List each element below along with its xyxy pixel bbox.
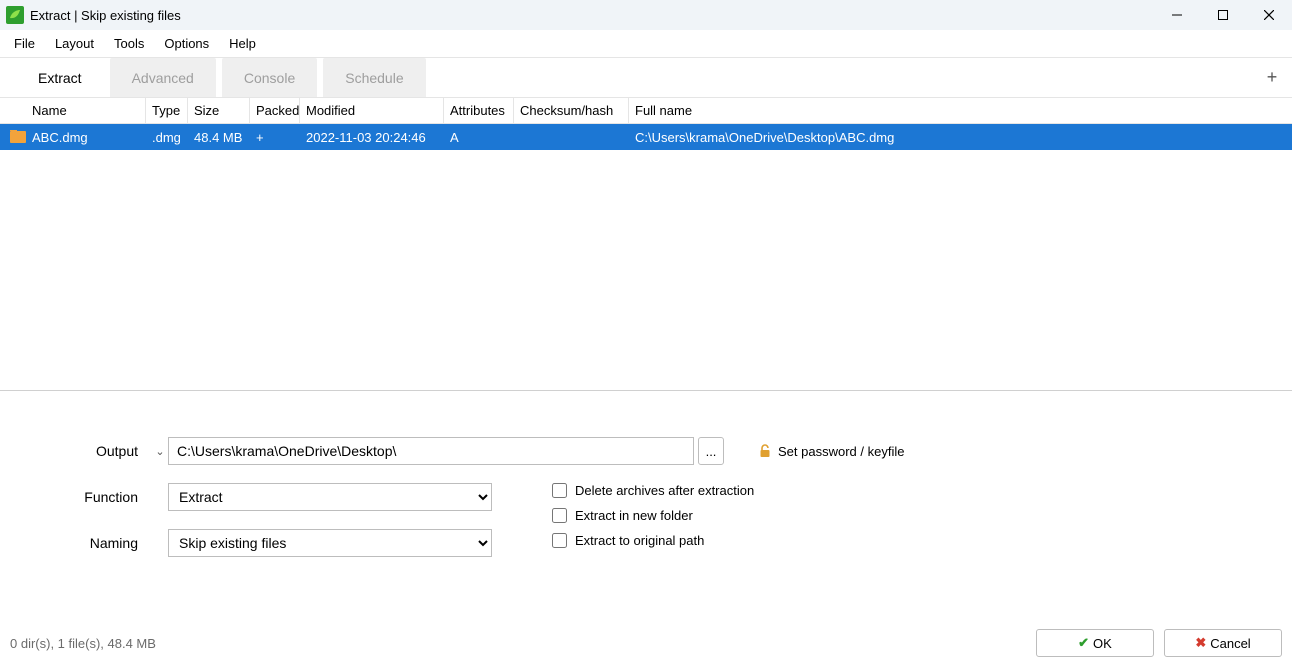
- x-icon: ✖: [1195, 635, 1206, 651]
- minimize-button[interactable]: [1154, 0, 1200, 30]
- table-row[interactable]: ABC.dmg .dmg 48.4 MB + 2022-11-03 20:24:…: [0, 124, 1292, 150]
- cell-packed: +: [250, 130, 300, 145]
- menu-bar: File Layout Tools Options Help: [0, 30, 1292, 58]
- output-dropdown-icon[interactable]: ⌄: [152, 445, 168, 458]
- tab-extract[interactable]: Extract: [16, 58, 104, 97]
- menu-help[interactable]: Help: [219, 32, 266, 55]
- check-original-path-box[interactable]: [552, 533, 567, 548]
- col-fullname[interactable]: Full name: [629, 98, 935, 123]
- check-new-folder[interactable]: Extract in new folder: [552, 508, 754, 523]
- cell-size: 48.4 MB: [188, 130, 250, 145]
- cell-fullname: C:\Users\krama\OneDrive\Desktop\ABC.dmg: [629, 130, 935, 145]
- footer: 0 dir(s), 1 file(s), 48.4 MB ✔OK ✖Cancel: [0, 624, 1292, 662]
- col-size[interactable]: Size: [188, 98, 250, 123]
- check-new-folder-box[interactable]: [552, 508, 567, 523]
- menu-tools[interactable]: Tools: [104, 32, 154, 55]
- col-hash[interactable]: Checksum/hash: [514, 98, 629, 123]
- status-text: 0 dir(s), 1 file(s), 48.4 MB: [10, 636, 156, 651]
- check-icon: ✔: [1078, 635, 1089, 651]
- check-original-path[interactable]: Extract to original path: [552, 533, 754, 548]
- cancel-button[interactable]: ✖Cancel: [1164, 629, 1282, 657]
- table-header: Name Type Size Packed Modified Attribute…: [0, 98, 1292, 124]
- naming-select[interactable]: Skip existing files: [168, 529, 492, 557]
- function-label: Function: [20, 489, 152, 505]
- browse-button[interactable]: ...: [698, 437, 724, 465]
- menu-file[interactable]: File: [4, 32, 45, 55]
- col-modified[interactable]: Modified: [300, 98, 444, 123]
- set-password-link[interactable]: Set password / keyfile: [758, 444, 904, 459]
- output-label: Output: [20, 443, 152, 459]
- app-icon: [6, 6, 24, 24]
- col-attributes[interactable]: Attributes: [444, 98, 514, 123]
- col-type[interactable]: Type: [146, 98, 188, 123]
- archive-icon: [10, 131, 26, 143]
- tab-strip: Extract Advanced Console Schedule +: [0, 58, 1292, 98]
- cell-name: ABC.dmg: [0, 130, 146, 145]
- cell-attr: A: [444, 130, 514, 145]
- check-delete-archives[interactable]: Delete archives after extraction: [552, 483, 754, 498]
- menu-options[interactable]: Options: [154, 32, 219, 55]
- ok-button[interactable]: ✔OK: [1036, 629, 1154, 657]
- window-title: Extract | Skip existing files: [30, 8, 181, 23]
- options-panel: Output ⌄ ... Set password / keyfile Func…: [0, 390, 1292, 575]
- lock-icon: [758, 444, 772, 458]
- close-button[interactable]: [1246, 0, 1292, 30]
- function-select[interactable]: Extract: [168, 483, 492, 511]
- check-delete-archives-box[interactable]: [552, 483, 567, 498]
- output-input[interactable]: [168, 437, 694, 465]
- cell-modified: 2022-11-03 20:24:46: [300, 130, 444, 145]
- naming-label: Naming: [20, 535, 152, 551]
- tab-schedule[interactable]: Schedule: [323, 58, 425, 97]
- add-button[interactable]: +: [1252, 58, 1292, 97]
- tab-advanced[interactable]: Advanced: [110, 58, 216, 97]
- maximize-button[interactable]: [1200, 0, 1246, 30]
- cell-type: .dmg: [146, 130, 188, 145]
- tab-console[interactable]: Console: [222, 58, 317, 97]
- title-bar: Extract | Skip existing files: [0, 0, 1292, 30]
- menu-layout[interactable]: Layout: [45, 32, 104, 55]
- col-packed[interactable]: Packed: [250, 98, 300, 123]
- col-name[interactable]: Name: [0, 98, 146, 123]
